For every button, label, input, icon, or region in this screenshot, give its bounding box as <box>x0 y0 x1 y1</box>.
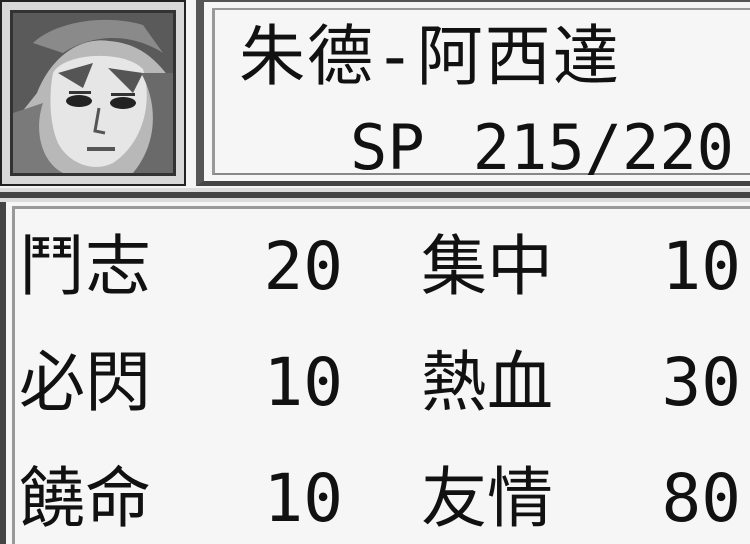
character-portrait <box>10 10 176 176</box>
spirit-command-cost: 80 <box>661 460 741 537</box>
name-panel: 朱德-阿西達 SP 215/220 <box>196 0 750 186</box>
spirit-command-panel: 鬥志 20 集中 10 必閃 10 熱血 30 饒命 10 友情 80 <box>0 202 750 544</box>
sp-label: SP <box>350 111 425 184</box>
panel-divider <box>0 188 750 202</box>
spirit-command-cost: 10 <box>263 460 343 537</box>
sp-display: SP 215/220 <box>350 108 734 188</box>
character-name: 朱德-阿西達 <box>239 18 621 95</box>
spirit-command-name[interactable]: 友情 <box>421 459 553 539</box>
spirit-command-name[interactable]: 熱血 <box>421 343 553 423</box>
spirit-command-list: 鬥志 20 集中 10 必閃 10 熱血 30 饒命 10 友情 80 <box>12 206 750 544</box>
spirit-command-cost: 30 <box>661 344 741 421</box>
name-panel-inner: 朱德-阿西達 SP 215/220 <box>212 8 750 184</box>
spirit-command-name[interactable]: 饒命 <box>19 459 151 539</box>
spirit-command-name[interactable]: 鬥志 <box>19 227 151 307</box>
spirit-command-cost: 10 <box>661 228 741 305</box>
spirit-command-cost: 20 <box>263 228 343 305</box>
spirit-command-name[interactable]: 必閃 <box>19 343 151 423</box>
portrait-frame <box>0 0 186 186</box>
spirit-command-name[interactable]: 集中 <box>421 227 553 307</box>
sp-value: 215/220 <box>472 111 734 184</box>
spirit-command-cost: 10 <box>263 344 343 421</box>
